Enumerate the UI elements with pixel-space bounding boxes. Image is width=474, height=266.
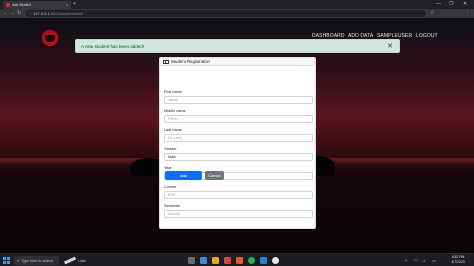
- battery-icon[interactable]: ▭: [432, 258, 436, 263]
- last-name-label: Last name: [164, 128, 182, 132]
- tab-close-icon[interactable]: ×: [66, 2, 68, 7]
- file-explorer-icon[interactable]: [212, 257, 219, 264]
- office-icon[interactable]: [236, 257, 243, 264]
- close-window-icon[interactable]: ✕: [463, 0, 467, 8]
- forward-icon[interactable]: →: [10, 10, 15, 17]
- search-placeholder: Type here to search: [21, 258, 54, 263]
- taskbar-search-input[interactable]: ⌕ Type here to search: [14, 256, 59, 265]
- info-icon[interactable]: ⓘ: [28, 11, 32, 17]
- taskbar: ⌕ Type here to search Lotto ^ ◠ ♪ ▭ 4:52…: [0, 253, 474, 266]
- url-input[interactable]: ⓘ 127.0.0.1:8000/student/add/: [26, 10, 426, 17]
- alert-message: A new student has been added!: [81, 43, 145, 49]
- edge-icon[interactable]: [200, 257, 207, 264]
- spotify-icon[interactable]: [248, 257, 255, 264]
- success-alert: A new student has been added! ✕: [75, 39, 400, 53]
- task-view-icon[interactable]: [188, 257, 195, 264]
- weather-text: Lotto: [78, 258, 86, 263]
- network-icon[interactable]: ◠: [414, 258, 418, 263]
- card-title: Student Registration: [171, 59, 210, 64]
- taskbar-clock[interactable]: 4:52 PM 4/7/2023: [444, 255, 472, 265]
- alert-close-icon[interactable]: ✕: [387, 42, 393, 51]
- nav-logout[interactable]: LOGOUT: [416, 33, 438, 39]
- cancel-button[interactable]: Cancel: [205, 171, 224, 180]
- gender-input[interactable]: Male: [164, 153, 313, 161]
- course-input[interactable]: BSIT: [164, 191, 313, 199]
- weather-icon: [63, 256, 77, 265]
- chrome-icon[interactable]: [272, 257, 279, 264]
- clock-date: 4/7/2023: [451, 260, 465, 264]
- logo-base: [44, 46, 56, 48]
- windows-start-icon[interactable]: [3, 257, 10, 264]
- url-text: 127.0.0.1:8000/student/add/: [33, 11, 83, 16]
- new-tab-icon[interactable]: +: [73, 1, 76, 7]
- semester-input[interactable]: Second: [164, 210, 313, 218]
- weather-widget[interactable]: Lotto: [63, 256, 94, 265]
- favicon-icon: [6, 3, 10, 7]
- middle-name-input[interactable]: Ferrer: [164, 115, 313, 123]
- tray-chevron-icon[interactable]: ^: [405, 258, 407, 263]
- store-icon[interactable]: [224, 257, 231, 264]
- volume-icon[interactable]: ♪: [423, 258, 425, 263]
- card-header: Student Registration: [160, 58, 315, 66]
- student-registration-card: Student Registration First name Jayver M…: [159, 57, 316, 229]
- minimize-icon[interactable]: —: [436, 0, 441, 8]
- course-label: Course: [164, 185, 177, 189]
- gender-label: Gender: [164, 147, 177, 151]
- tab-title: Add Student: [12, 3, 32, 7]
- vscode-icon[interactable]: [260, 257, 267, 264]
- reload-icon[interactable]: ↻: [17, 10, 21, 17]
- search-icon: ⌕: [17, 258, 20, 263]
- middle-name-label: Middle name: [164, 109, 186, 113]
- first-name-input[interactable]: Jayver: [164, 96, 313, 104]
- menu-icon[interactable]: ⋮: [465, 10, 470, 17]
- add-button[interactable]: Add: [165, 171, 202, 180]
- address-bar-row: ← → ↻ ⓘ 127.0.0.1:8000/student/add/ ☆ ⋮: [0, 9, 474, 25]
- site-logo[interactable]: [41, 29, 59, 47]
- bookmark-star-icon[interactable]: ☆: [430, 10, 434, 17]
- first-name-label: First name: [164, 90, 182, 94]
- logo-mark: [45, 34, 55, 42]
- back-icon[interactable]: ←: [3, 10, 8, 17]
- id-card-icon: [163, 59, 169, 64]
- year-label: Year: [164, 166, 172, 170]
- last-name-input[interactable]: De Leon: [164, 134, 313, 142]
- maximize-icon[interactable]: ❐: [449, 0, 453, 8]
- browser-tab-strip: Add Student × + — ❐ ✕: [0, 0, 474, 9]
- browser-tab[interactable]: Add Student ×: [3, 1, 71, 9]
- semester-label: Semester: [164, 204, 181, 208]
